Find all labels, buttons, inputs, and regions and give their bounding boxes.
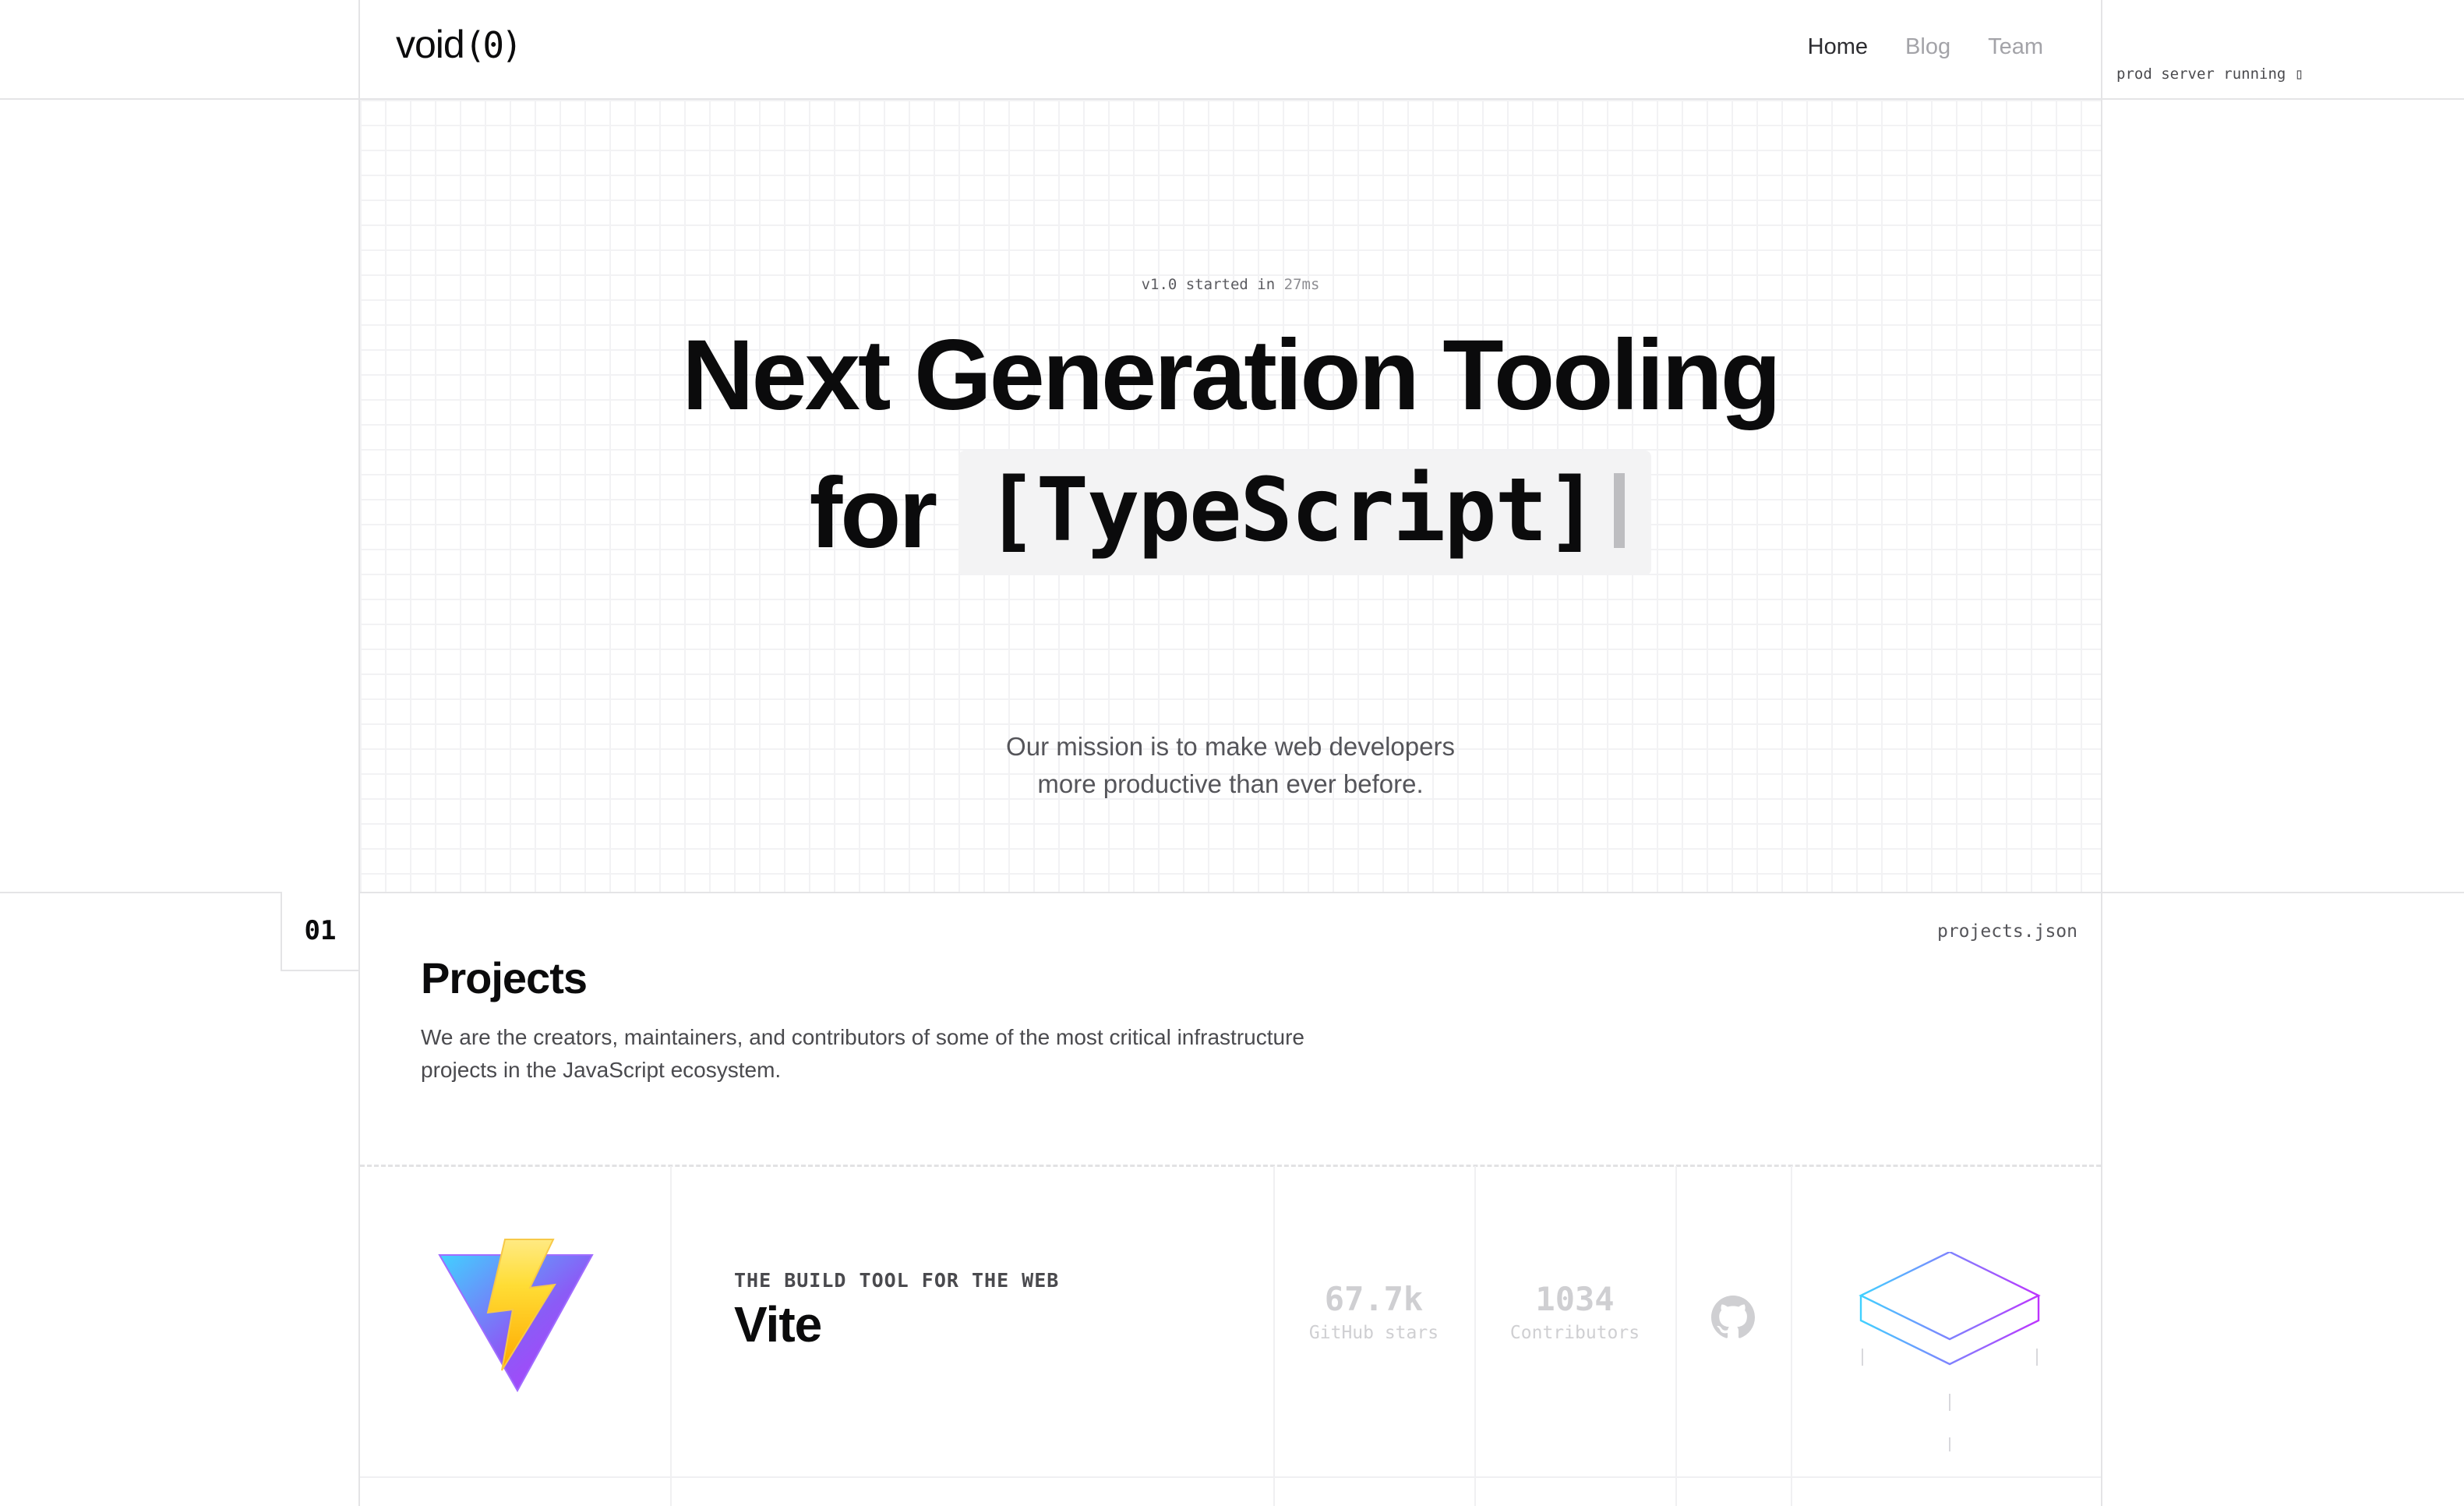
hero-title-for: for [809, 457, 938, 569]
cell-divider [1791, 1166, 1792, 1506]
mission-line2: more productive than ever before. [1037, 769, 1424, 798]
nav-team-link[interactable]: Team [1988, 34, 2043, 60]
row-divider [360, 1476, 2101, 1478]
frame-line-right [2101, 0, 2102, 1506]
hero-title-line2: for [TypeScript] [360, 451, 2101, 575]
nav-blog-link[interactable]: Blog [1905, 34, 1950, 60]
projects-description: We are the creators, maintainers, and co… [421, 1021, 1434, 1087]
main-nav: Home Blog Team [1808, 34, 2043, 60]
version-line: v1.0 started in 27ms [360, 276, 2101, 293]
server-status-text: prod server running ▯ [2116, 65, 2304, 83]
void-zero-logo[interactable]: void(0) [396, 22, 523, 67]
logo-word: void [396, 23, 465, 66]
isometric-box-icon [1859, 1252, 2041, 1451]
mission-statement: Our mission is to make web developers mo… [360, 728, 2101, 803]
section-divider [0, 892, 2464, 893]
hero-title-line1: Next Generation Tooling [682, 320, 1781, 431]
mission-line1: Our mission is to make web developers [1006, 732, 1455, 761]
projects-title: Projects [421, 953, 588, 1002]
nav-home-link[interactable]: Home [1808, 34, 1868, 60]
project-tagline: THE BUILD TOOL FOR THE WEB [734, 1269, 1060, 1292]
site-header: void(0) Home Blog Team [358, 0, 2101, 98]
version-ms: 27ms [1283, 276, 1320, 293]
github-icon[interactable] [1711, 1296, 1755, 1339]
projects-description-line2: projects in the JavaScript ecosystem. [421, 1058, 782, 1082]
github-stars-label: GitHub stars [1308, 1323, 1439, 1343]
projects-description-line1: We are the creators, maintainers, and co… [421, 1025, 1304, 1049]
contributors-value: 1034 [1535, 1280, 1615, 1318]
typing-caret [1614, 473, 1626, 548]
project-card-vite[interactable]: THE BUILD TOOL FOR THE WEB Vite 67.7k Gi… [360, 1166, 2101, 1506]
language-code-box: [TypeScript] [958, 451, 1652, 575]
contributors-stat: 1034 Contributors [1474, 1280, 1675, 1343]
logo-mark: (0) [464, 24, 523, 66]
section-number-badge: 01 [281, 892, 358, 971]
hero-section: v1.0 started in 27ms Next Generation Too… [360, 100, 2101, 892]
hero-title-language: [TypeScript] [985, 460, 1598, 561]
vite-logo-icon [438, 1239, 594, 1392]
cell-divider [1675, 1166, 1677, 1506]
projects-file-label: projects.json [1936, 921, 2077, 942]
github-stars-stat: 67.7k GitHub stars [1273, 1280, 1474, 1343]
project-name: Vite [734, 1296, 822, 1352]
cell-divider [670, 1166, 672, 1506]
github-stars-value: 67.7k [1324, 1280, 1424, 1318]
contributors-label: Contributors [1509, 1323, 1640, 1343]
version-prefix: v1.0 started in [1141, 276, 1276, 293]
